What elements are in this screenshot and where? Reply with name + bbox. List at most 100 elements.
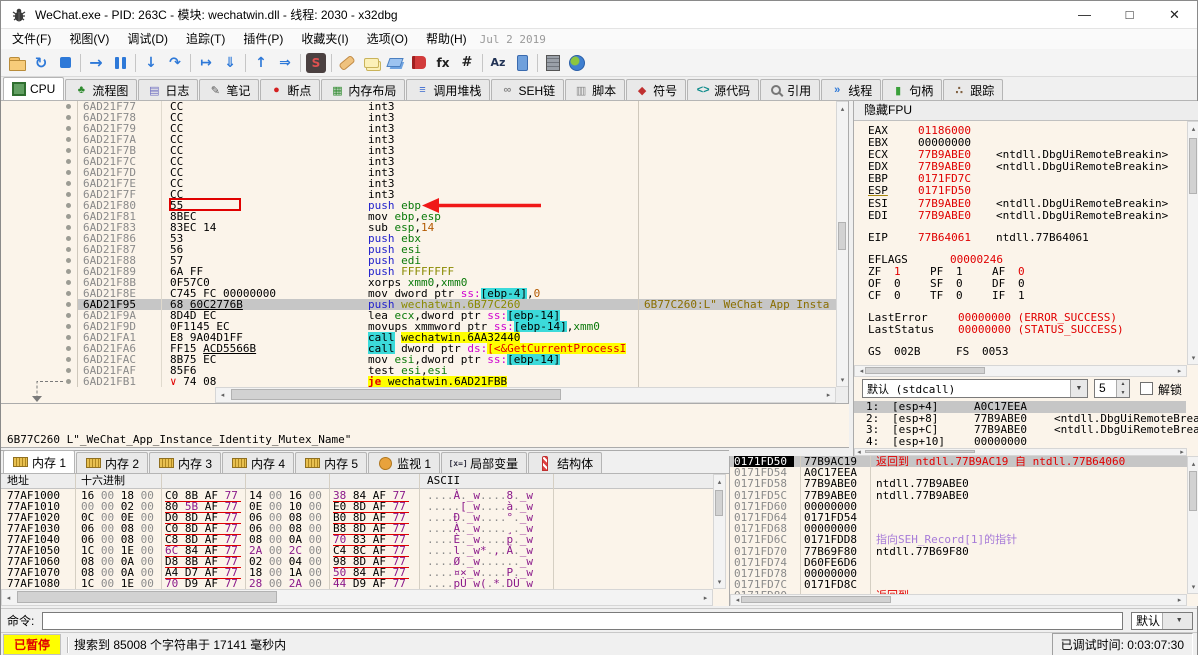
toolbar-button-phone[interactable]	[510, 51, 534, 75]
argument-count-stepper[interactable]: 5 ▲ ▼	[1094, 379, 1130, 398]
toolbar-button-calculator[interactable]	[541, 51, 565, 75]
disasm-hscrollbar-thumb[interactable]	[231, 389, 561, 400]
toolbar-button-execute-till-return[interactable]: ↦	[194, 51, 218, 75]
arguments-hscrollbar-left-icon[interactable]: ◂	[855, 449, 863, 456]
tab-cpu[interactable]: CPU	[3, 77, 65, 100]
register-row-eip[interactable]: EIP 77B64061 ntdll.77B64061	[854, 231, 1186, 244]
disasm-hscrollbar-right-icon[interactable]: ▸	[822, 388, 835, 402]
register-row-eax[interactable]: EAX 01186000	[854, 124, 1186, 137]
hide-fpu-button[interactable]: 隐藏FPU	[854, 101, 1198, 121]
toolbar-button-favourites[interactable]	[407, 51, 431, 75]
tab-notes[interactable]: ✎ 笔记	[199, 79, 260, 100]
tab-source[interactable]: <> 源代码	[687, 79, 760, 100]
tab-memory-map[interactable]: ▦ 内存布局	[321, 79, 406, 100]
arguments-hscrollbar-right-icon[interactable]: ▸	[1178, 449, 1186, 456]
tab-call-stack[interactable]: ≡ 调用堆栈	[406, 79, 491, 100]
disasm-hscrollbar-left-icon[interactable]: ◂	[216, 388, 229, 402]
registers-hscrollbar-thumb[interactable]	[865, 367, 985, 374]
registers-vscrollbar-thumb[interactable]	[1189, 138, 1197, 194]
tab-symbols[interactable]: ◆ 符号	[626, 79, 687, 100]
minimize-button[interactable]: —	[1062, 1, 1107, 28]
chevron-down-icon[interactable]: ▼	[1070, 380, 1087, 397]
tab-threads[interactable]: » 线程	[821, 79, 882, 100]
menu-item-view[interactable]: 视图(V)	[60, 29, 118, 49]
dump-vscrollbar-thumb[interactable]	[715, 490, 723, 516]
tab-script[interactable]: ▥ 脚本	[565, 79, 626, 100]
tab-seh-chain[interactable]: ∞ SEH链	[491, 79, 565, 100]
stack-argument-row[interactable]: 4: [esp+10] 00000000	[854, 435, 1186, 448]
registers-vscrollbar-up-icon[interactable]: ▴	[1188, 122, 1198, 135]
disasm-hscrollbar[interactable]: ◂ ▸	[215, 387, 836, 403]
disasm-vscrollbar[interactable]: ▴ ▾	[836, 101, 848, 387]
stack-vscrollbar-thumb[interactable]	[1189, 471, 1197, 511]
chevron-down-icon[interactable]: ▼	[1161, 612, 1192, 629]
disasm-vscrollbar-up-icon[interactable]: ▴	[837, 102, 848, 115]
toolbar-button-patches[interactable]	[335, 51, 359, 75]
tab-struct[interactable]: 结构体	[528, 452, 603, 473]
arguments-hscrollbar-thumb[interactable]	[865, 450, 975, 453]
stack-hscrollbar[interactable]: ◂ ▸	[730, 594, 1187, 606]
arguments-hscrollbar[interactable]: ◂ ▸	[854, 448, 1187, 456]
dump-hscrollbar-left-icon[interactable]: ◂	[2, 590, 15, 605]
toolbar-button-scylla[interactable]: S	[304, 51, 328, 75]
close-button[interactable]: ✕	[1152, 1, 1197, 28]
tab-handles[interactable]: ▮ 句柄	[882, 79, 943, 100]
registers-hscrollbar[interactable]: ◂ ▸	[854, 365, 1187, 377]
registers-vscrollbar[interactable]: ▴ ▾	[1187, 121, 1198, 365]
toolbar-button-run[interactable]: →	[84, 51, 108, 75]
stack-hscrollbar-right-icon[interactable]: ▸	[1173, 595, 1186, 605]
dump-vscrollbar[interactable]: ▴ ▾	[713, 474, 726, 589]
menu-item-options[interactable]: 选项(O)	[358, 29, 417, 49]
tab-locals[interactable]: [x=] 局部变量	[441, 452, 528, 473]
last-status-row[interactable]: LastStatus 00000000 (STATUS_SUCCESS)	[854, 324, 1186, 337]
dump-vscrollbar-up-icon[interactable]: ▴	[714, 475, 725, 488]
tab-log[interactable]: ▤ 日志	[138, 79, 199, 100]
toolbar-button-step-over[interactable]: ↷	[163, 51, 187, 75]
register-row-edx[interactable]: EDX 77B9ABE0 <ntdll.DbgUiRemoteBreakin>	[854, 160, 1186, 173]
disasm-row[interactable]: 6AD21FB1 ∨ 74 08 je wechatwin.6AD21FBB	[1, 376, 848, 387]
menu-item-help[interactable]: 帮助(H)	[417, 29, 476, 49]
maximize-button[interactable]: □	[1107, 1, 1152, 28]
toolbar-button-pause[interactable]	[108, 51, 132, 75]
menu-item-file[interactable]: 文件(F)	[3, 29, 60, 49]
menu-item-favourites[interactable]: 收藏夹(I)	[292, 29, 357, 49]
registers-hscrollbar-right-icon[interactable]: ▸	[1173, 366, 1186, 376]
toolbar-button-strings[interactable]: Az	[486, 51, 510, 75]
registers-vscrollbar-down-icon[interactable]: ▾	[1188, 351, 1198, 364]
menu-item-plugins[interactable]: 插件(P)	[234, 29, 292, 49]
registers-pane[interactable]: 隐藏FPU EAX 01186000 EBX 00000000 ECX 77B9ABE0 <…	[853, 101, 1198, 456]
tab-trace[interactable]: ∴ 跟踪	[943, 79, 1004, 100]
toolbar-button-animate-into[interactable]: ↑	[249, 51, 273, 75]
toolbar-button-restart[interactable]: ↻	[29, 51, 53, 75]
tab-breakpoints[interactable]: ● 断点	[260, 79, 321, 100]
unlock-checkbox[interactable]	[1140, 382, 1153, 395]
tab-watch1[interactable]: 监视 1	[368, 452, 441, 473]
spin-down-icon[interactable]: ▼	[1117, 388, 1129, 397]
toolbar-button-comments[interactable]	[359, 51, 383, 75]
toolbar-button-step-out[interactable]: ⇓	[218, 51, 242, 75]
register-row-ebp[interactable]: EBP 0171FD7C	[854, 173, 1186, 186]
stack-pane[interactable]: 0171FD50 77B9AC19 返回到 ntdll.77B9AC19 自 ntd…	[729, 456, 1198, 606]
disasm-vscrollbar-down-icon[interactable]: ▾	[837, 373, 848, 386]
tab-dump2[interactable]: 内存 2	[76, 452, 149, 473]
toolbar-button-run-to-user-code[interactable]: ⇒	[273, 51, 297, 75]
disasm-vscrollbar-thumb[interactable]	[838, 222, 846, 250]
tab-graph[interactable]: ♣ 流程图	[65, 79, 138, 100]
dump-hscrollbar-thumb[interactable]	[17, 591, 277, 603]
toolbar-button-globe[interactable]	[565, 51, 589, 75]
toolbar-button-stop[interactable]	[53, 51, 77, 75]
dump-vscrollbar-down-icon[interactable]: ▾	[714, 575, 725, 588]
menu-item-debug[interactable]: 调试(D)	[118, 29, 177, 49]
toolbar-button-step-into[interactable]: ↓	[139, 51, 163, 75]
spin-up-icon[interactable]: ▲	[1117, 380, 1129, 389]
stack-vscrollbar-up-icon[interactable]: ▴	[1188, 457, 1198, 470]
dump-hscrollbar[interactable]: ◂ ▸	[1, 589, 713, 606]
toolbar-button-hash[interactable]: #	[455, 51, 479, 75]
toolbar-button-open-folder[interactable]	[5, 51, 29, 75]
toolbar-button-labels[interactable]	[383, 51, 407, 75]
register-row-edi[interactable]: EDI 77B9ABE0 <ntdll.DbgUiRemoteBreakin>	[854, 209, 1186, 222]
flags-row[interactable]: CF 0 TF 0 IF 1	[854, 289, 1186, 302]
dump-hscrollbar-right-icon[interactable]: ▸	[699, 590, 712, 605]
command-input[interactable]	[42, 611, 1123, 630]
tab-dump1[interactable]: 内存 1	[3, 450, 76, 473]
